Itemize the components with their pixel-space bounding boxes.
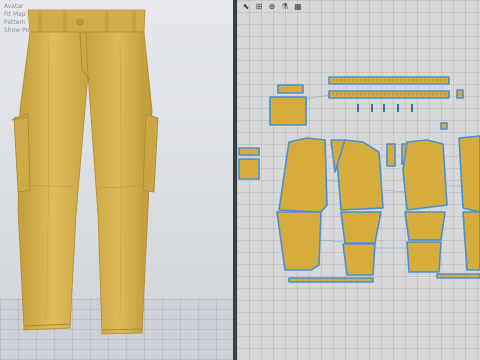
3d-viewport[interactable]: Avatar Fit Map Pattern Show Position Poi… [0,0,233,360]
3d-garment-pants[interactable] [0,0,233,360]
hem-strip-left [288,277,374,283]
small-strip-piece [238,147,260,156]
back-leg-panel-upper-left [336,139,384,211]
back-leg-panel-upper-right [402,139,448,211]
waistband-strip-top [328,76,450,85]
hem-strip-right [436,273,480,279]
patch-piece [238,158,260,180]
front-leg-panel-upper-right [458,135,480,213]
2d-pattern-viewport[interactable]: ⬉ ⊞ ⊕ ⚗ ▦ [237,0,480,360]
front-leg-panel-lower-left [276,211,322,271]
belt-loop-piece [277,84,304,94]
waistband-strip-bottom [328,90,450,99]
front-leg-panel-upper-left [278,137,328,213]
pocket-flap-piece [269,96,307,126]
pattern-pieces[interactable] [237,0,480,360]
